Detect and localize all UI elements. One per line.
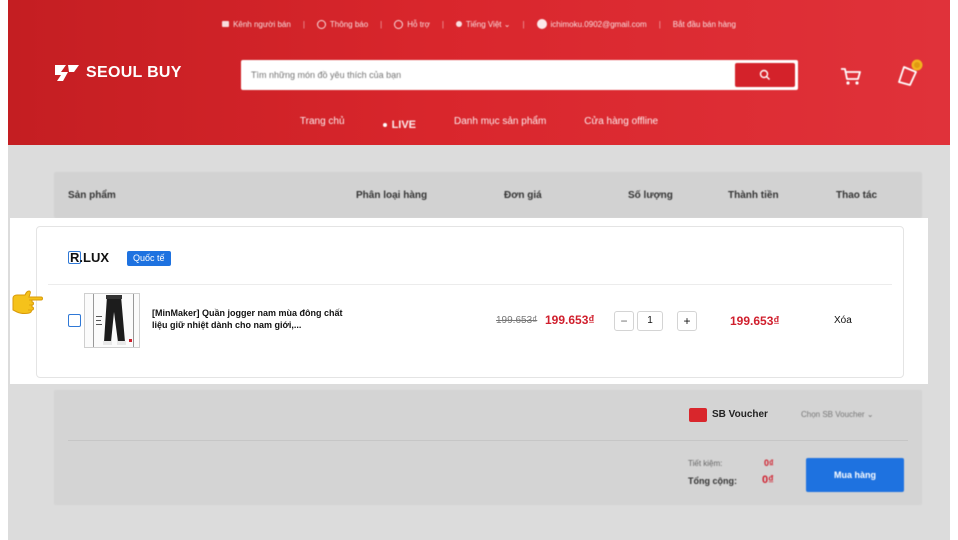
total-value: 0₫ xyxy=(762,474,774,486)
divider xyxy=(48,284,892,285)
user-avatar-icon xyxy=(536,19,547,29)
logo-mark-icon xyxy=(55,65,79,81)
support-link[interactable]: Hỗ trợ xyxy=(394,19,430,29)
savings-label: Tiết kiệm: xyxy=(688,459,723,468)
nav-offline-stores[interactable]: Cửa hàng offline xyxy=(584,116,658,134)
globe-icon xyxy=(455,21,462,27)
support-label: Hỗ trợ xyxy=(407,19,430,29)
search-bar xyxy=(241,60,798,90)
coin-icon[interactable] xyxy=(894,58,924,88)
col-variant: Phân loại hàng xyxy=(356,190,428,201)
account-menu[interactable]: ichimoku.0902@gmail.com xyxy=(536,19,647,29)
divider: | xyxy=(658,19,661,29)
language-label: Tiếng Việt ⌄ xyxy=(465,19,511,29)
total-label: Tổng cộng: xyxy=(688,476,737,486)
nav-live-label: LIVE xyxy=(391,119,417,131)
start-selling-label: Bắt đầu bán hàng xyxy=(672,19,736,29)
shop-name[interactable]: R.LUX xyxy=(70,250,109,265)
original-price: 199.653₫ xyxy=(496,315,538,326)
site-header: Kênh người bán | Thông báo | Hỗ trợ | Ti… xyxy=(8,0,950,145)
notifications-label: Thông báo xyxy=(329,19,369,29)
seoul-buy-logo[interactable]: SEOUL BUY xyxy=(54,63,182,83)
col-product: Sản phẩm xyxy=(68,190,116,201)
bell-icon xyxy=(316,19,326,29)
savings-value: 0₫ xyxy=(764,458,774,468)
nav-home[interactable]: Trang chủ xyxy=(300,116,345,134)
col-total: Thành tiền xyxy=(728,190,779,201)
logo-text: SEOUL BUY xyxy=(86,64,182,81)
divider: | xyxy=(302,19,305,29)
line-total: 199.653₫ xyxy=(730,314,780,328)
col-quantity: Số lượng xyxy=(628,190,673,201)
cart-icon[interactable] xyxy=(840,66,862,86)
search-button[interactable] xyxy=(735,63,795,87)
quantity-input[interactable]: 1 xyxy=(637,311,663,331)
product-name[interactable]: [MinMaker] Quần jogger nam mùa đông chất… xyxy=(152,307,352,331)
quantity-decrease-button[interactable]: − xyxy=(614,311,634,331)
headset-icon xyxy=(394,19,404,29)
international-badge: Quốc tế xyxy=(127,251,171,266)
divider xyxy=(68,440,908,441)
divider: | xyxy=(380,19,383,29)
top-utility-bar: Kênh người bán | Thông báo | Hỗ trợ | Ti… xyxy=(8,16,950,32)
col-actions: Thao tác xyxy=(836,190,878,201)
language-selector[interactable]: Tiếng Việt ⌄ xyxy=(455,19,511,29)
voucher-label: SB Voucher xyxy=(712,409,768,420)
item-checkbox[interactable] xyxy=(68,314,81,327)
divider: | xyxy=(522,19,525,29)
main-nav: Trang chủ LIVE Danh mục sản phẩm Cửa hàn… xyxy=(8,116,950,134)
checkout-button[interactable]: Mua hàng xyxy=(806,458,904,492)
seller-channel-icon xyxy=(222,21,230,27)
voucher-icon xyxy=(689,408,707,422)
nav-categories[interactable]: Danh mục sản phẩm xyxy=(454,116,546,134)
shop-card xyxy=(36,226,904,378)
nav-live[interactable]: LIVE xyxy=(382,116,417,134)
delete-item-button[interactable]: Xóa xyxy=(834,315,852,326)
search-icon xyxy=(759,69,770,80)
divider: | xyxy=(441,19,444,29)
sale-price: 199.653₫ xyxy=(545,313,595,327)
notifications-link[interactable]: Thông báo xyxy=(316,19,369,29)
quantity-increase-button[interactable]: + xyxy=(677,311,697,331)
search-input[interactable] xyxy=(241,60,731,90)
jogger-pants-image xyxy=(85,294,139,347)
seller-channel-label: Kênh người bán xyxy=(233,19,291,29)
account-email: ichimoku.0902@gmail.com xyxy=(550,19,647,29)
product-thumbnail[interactable] xyxy=(84,293,140,348)
voucher-select[interactable]: Chọn SB Voucher ⌄ xyxy=(801,410,874,419)
pointing-hand-icon xyxy=(12,290,43,314)
live-dot-icon xyxy=(382,123,387,127)
col-unit-price: Đơn giá xyxy=(504,190,542,201)
cart-summary xyxy=(54,390,922,505)
start-selling-link[interactable]: Bắt đầu bán hàng xyxy=(673,20,736,29)
cart-table-header: Sản phẩm Phân loại hàng Đơn giá Số lượng… xyxy=(54,172,922,218)
seller-channel-link[interactable]: Kênh người bán xyxy=(222,20,291,29)
